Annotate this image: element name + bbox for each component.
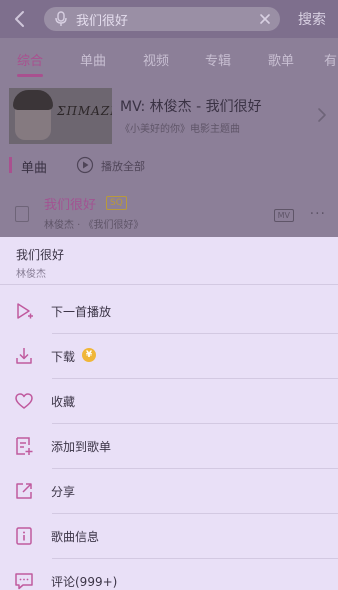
- more-options-icon[interactable]: ···: [310, 206, 326, 222]
- comment-icon: [15, 573, 33, 590]
- play-next-icon: [17, 303, 33, 319]
- song-row[interactable]: 我们很好 SQ 林俊杰 · 《我们很好》 MV ···: [0, 192, 338, 236]
- song-meta: 林俊杰 · 《我们很好》: [44, 220, 144, 231]
- back-arrow-icon[interactable]: [10, 9, 30, 29]
- mv-subtitle: 《小美好的你》电影主题曲: [120, 124, 240, 135]
- singles-header: 单曲 播放全部: [0, 154, 338, 178]
- menu-label: 歌曲信息: [51, 530, 100, 544]
- active-tab-indicator: [17, 74, 43, 77]
- download-icon: [16, 348, 32, 364]
- chevron-right-icon: [318, 108, 326, 122]
- mv-result[interactable]: ΣΠΜΑΖΕΤ MV: 林俊杰 - 我们很好 《小美好的你》电影主题曲: [0, 86, 338, 148]
- sheet-artist: 林俊杰: [16, 269, 46, 280]
- share-icon: [16, 483, 32, 499]
- mv-badge[interactable]: MV: [273, 209, 294, 222]
- play-all-icon[interactable]: [76, 156, 94, 174]
- tab-playlists[interactable]: 歌单: [268, 50, 294, 69]
- menu-item-download[interactable]: 下载 ¥: [0, 334, 338, 379]
- menu-item-play-next[interactable]: 下一首播放: [0, 289, 338, 334]
- clear-search-icon[interactable]: [258, 12, 272, 26]
- search-button[interactable]: 搜索: [298, 9, 326, 29]
- menu-label: 下一首播放: [51, 305, 112, 319]
- singles-label: 单曲: [21, 161, 48, 176]
- thumbnail-lettering: ΣΠΜΑΖΕΤ: [57, 104, 112, 118]
- play-all-button[interactable]: 播放全部: [101, 158, 145, 174]
- top-bar: 我们很好 搜索: [0, 0, 338, 38]
- sheet-header: 我们很好 林俊杰: [0, 237, 338, 285]
- menu-label: 分享: [51, 485, 76, 499]
- menu-label: 评论(999+): [51, 575, 118, 589]
- search-input[interactable]: 我们很好: [44, 7, 280, 31]
- menu-item-share[interactable]: 分享: [0, 469, 338, 514]
- menu-item-comments[interactable]: 评论(999+): [0, 559, 338, 590]
- tab-all[interactable]: 综合: [17, 50, 43, 69]
- menu-item-song-info[interactable]: 歌曲信息: [0, 514, 338, 559]
- tab-songs[interactable]: 单曲: [80, 50, 106, 69]
- result-tabs: 综合 单曲 视频 专辑 歌单 有: [0, 40, 338, 78]
- mv-thumbnail: ΣΠΜΑΖΕΤ: [9, 88, 112, 144]
- tab-videos[interactable]: 视频: [143, 50, 169, 69]
- microphone-icon[interactable]: [54, 11, 68, 27]
- heart-icon: [15, 393, 33, 409]
- mv-title: MV: 林俊杰 - 我们很好: [120, 99, 262, 115]
- song-select-checkbox[interactable]: [15, 206, 29, 222]
- song-name: 我们很好: [44, 198, 97, 213]
- menu-label: 收藏: [51, 395, 76, 409]
- sq-quality-badge: SQ: [106, 196, 127, 210]
- section-accent-bar: [9, 157, 12, 173]
- tab-albums[interactable]: 专辑: [205, 50, 231, 69]
- tab-more[interactable]: 有: [324, 50, 337, 69]
- menu-label: 下载: [51, 350, 76, 364]
- add-to-playlist-icon: [16, 437, 33, 455]
- menu-item-add-to-playlist[interactable]: 添加到歌单: [0, 424, 338, 469]
- thumbnail-hair: [13, 90, 53, 110]
- sheet-song-title: 我们很好: [16, 248, 65, 262]
- info-icon: [16, 527, 32, 545]
- song-action-sheet: 我们很好 林俊杰 下一首播放 下载 ¥ 收藏 添加到歌单 分享 歌曲信息 评论(…: [0, 237, 338, 590]
- paid-badge-icon: ¥: [82, 348, 96, 362]
- search-query-text: 我们很好: [76, 14, 129, 29]
- menu-label: 添加到歌单: [51, 440, 112, 454]
- menu-item-favorite[interactable]: 收藏: [0, 379, 338, 424]
